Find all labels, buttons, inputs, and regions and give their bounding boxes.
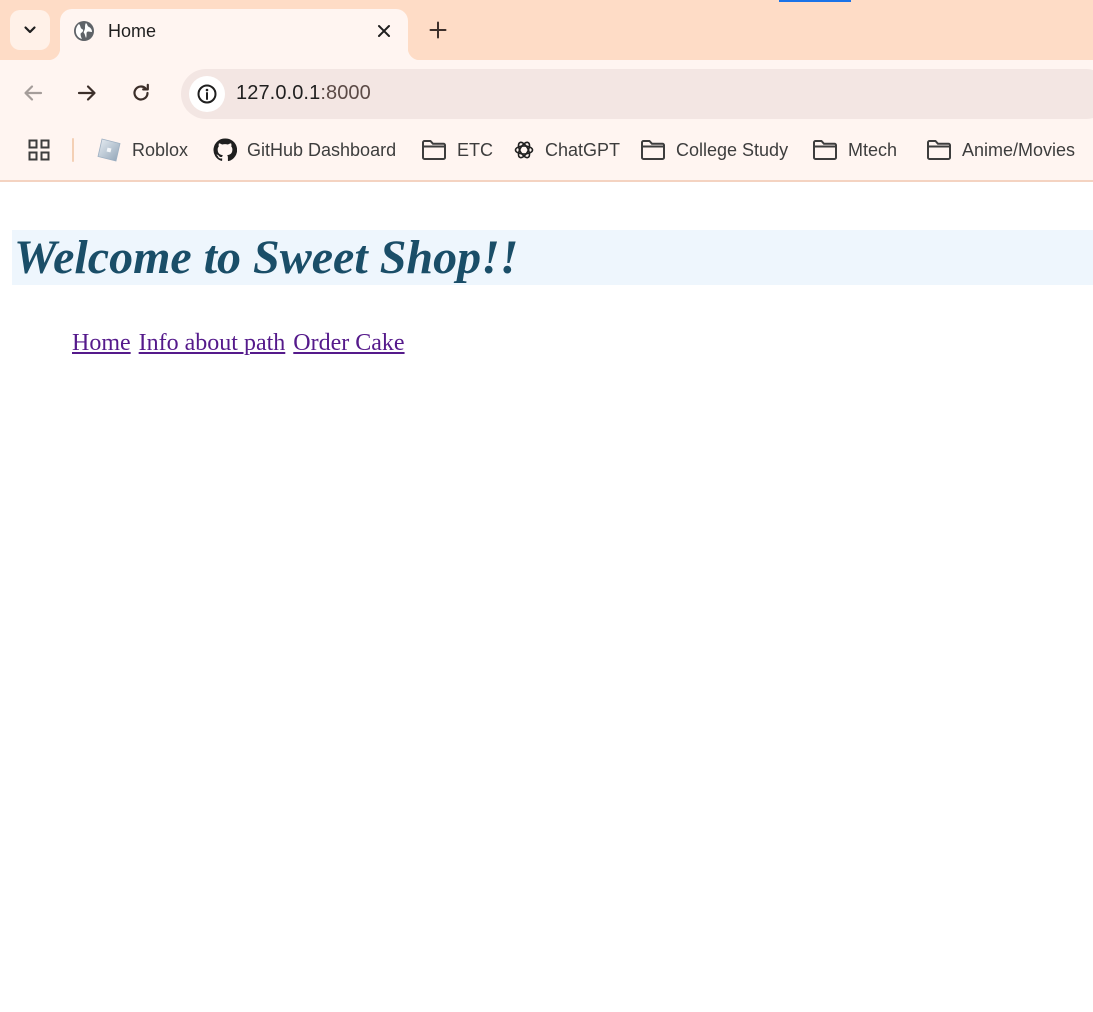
arrow-right-icon	[77, 85, 96, 101]
folder-icon	[641, 140, 665, 160]
bookmark-label: GitHub Dashboard	[247, 139, 397, 160]
close-icon	[378, 25, 390, 37]
page-heading: Welcome to Sweet Shop!!	[12, 230, 1093, 285]
bookmark-folder-college-study[interactable]: College Study	[640, 138, 788, 162]
back-button[interactable]	[18, 78, 48, 108]
bookmark-github-dashboard[interactable]: GitHub Dashboard	[213, 138, 396, 162]
reload-icon	[133, 83, 149, 101]
bookmark-label: Roblox	[132, 139, 189, 160]
tab-strip: Home	[0, 0, 1093, 60]
bookmark-label: ChatGPT	[545, 139, 621, 160]
bookmark-label: Anime/Movies	[962, 139, 1076, 160]
nav-link-info-about-path[interactable]: Info about path	[139, 330, 286, 356]
bookmark-folder-etc[interactable]: ETC	[421, 138, 493, 162]
apps-button[interactable]	[27, 138, 61, 162]
bookmark-roblox[interactable]: Roblox	[96, 138, 188, 162]
new-tab-button[interactable]	[425, 17, 451, 43]
bookmark-label: Mtech	[848, 139, 898, 160]
page-nav: Home Info about path Order Cake	[72, 330, 407, 357]
plus-icon	[429, 21, 447, 39]
nav-link-order-cake[interactable]: Order Cake	[293, 330, 404, 356]
bookmark-folder-anime-movies[interactable]: Anime/Movies	[926, 138, 1075, 162]
bookmarks-bar: Roblox GitHub Dashboard ETC ChatGPT Coll	[0, 128, 1093, 182]
bookmarks-separator	[72, 138, 74, 162]
bookmark-folder-mtech[interactable]: Mtech	[812, 138, 897, 162]
bookmark-label: ETC	[457, 139, 493, 160]
roblox-icon	[97, 138, 121, 162]
browser-toolbar: 127.0.0.1:8000	[0, 60, 1093, 128]
bookmark-chatgpt[interactable]: ChatGPT	[513, 138, 620, 162]
url-host: 127.0.0.1	[236, 82, 321, 104]
github-icon	[213, 138, 237, 162]
tab-close-button[interactable]	[373, 20, 395, 42]
info-icon	[197, 84, 217, 104]
globe-icon	[74, 21, 94, 41]
folder-icon	[422, 140, 446, 160]
bookmark-label: College Study	[676, 139, 789, 160]
arrow-left-icon	[24, 85, 43, 101]
address-bar[interactable]: 127.0.0.1:8000	[181, 69, 1093, 119]
tab-title: Home	[108, 21, 157, 41]
tab-strip-accent	[779, 0, 851, 2]
chatgpt-icon	[514, 141, 534, 159]
apps-grid-icon	[28, 139, 50, 161]
nav-link-home[interactable]: Home	[72, 330, 131, 356]
folder-icon	[927, 140, 951, 160]
tab-search-button[interactable]	[10, 10, 50, 50]
url-text: 127.0.0.1:8000	[236, 82, 371, 105]
site-info-button[interactable]	[189, 76, 225, 112]
chevron-down-icon	[24, 26, 36, 34]
reload-button[interactable]	[126, 78, 156, 108]
tab-home[interactable]: Home	[48, 9, 420, 60]
forward-button[interactable]	[72, 78, 102, 108]
url-port: :8000	[320, 82, 371, 104]
folder-icon	[813, 140, 837, 160]
